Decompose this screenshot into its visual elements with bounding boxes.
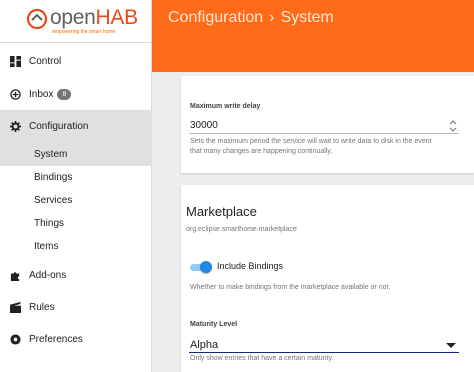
logo-wordmark: openHAB <box>50 6 138 29</box>
maturity-level-label: Maturity Level <box>190 321 238 328</box>
maturity-level-value: Alpha <box>190 339 219 351</box>
sidebar-item-preferences[interactable]: Preferences <box>0 323 152 355</box>
include-bindings-toggle[interactable] <box>190 261 212 273</box>
breadcrumb-separator: › <box>269 9 275 26</box>
sidebar-subitem-system[interactable]: System <box>34 149 67 160</box>
write-delay-hint-line1: Sets the maximum period the service will… <box>190 138 432 145</box>
dropdown-arrow-icon <box>446 343 456 348</box>
sidebar-subitem-services[interactable]: Services <box>34 195 72 206</box>
logo-tagline: empowering the smart home <box>52 29 116 35</box>
sidebar: openHAB empowering the smart home Contro… <box>0 0 152 372</box>
settings-icon <box>9 333 21 345</box>
sidebar-item-label: Control <box>29 55 62 67</box>
sidebar-item-label: Inbox <box>29 88 54 100</box>
page-header: Configuration › System <box>152 0 474 72</box>
section-title: Marketplace <box>186 204 257 219</box>
write-delay-input[interactable] <box>189 118 459 134</box>
sidebar-item-inbox[interactable]: Inbox 8 <box>0 78 152 110</box>
logo-house-icon <box>26 8 48 30</box>
clapperboard-icon <box>9 301 21 313</box>
toggle-thumb <box>200 261 212 273</box>
settings-card-marketplace: Marketplace org.eclipse.smarthome.market… <box>181 185 474 372</box>
sidebar-divider <box>0 42 152 43</box>
write-delay-label: Maximum write delay <box>190 103 261 110</box>
service-package-id: org.eclipse.smarthome.marketplace <box>186 226 297 233</box>
breadcrumb-page: System <box>280 9 334 26</box>
sidebar-subitem-things[interactable]: Things <box>34 218 64 229</box>
settings-card-write-delay: Maximum write delay Sets the maximum per… <box>181 76 474 173</box>
openhab-logo[interactable]: openHAB empowering the smart home <box>26 6 138 35</box>
inbox-count-badge: 8 <box>57 88 72 100</box>
sidebar-item-label: Rules <box>29 301 55 313</box>
write-delay-hint-line2: that many changes are happening continua… <box>190 148 333 155</box>
maturity-level-select[interactable]: Alpha <box>189 337 459 353</box>
breadcrumb-section[interactable]: Configuration <box>168 9 263 26</box>
inbox-icon <box>9 88 21 100</box>
sidebar-item-rules[interactable]: Rules <box>0 291 152 323</box>
sidebar-item-configuration[interactable]: Configuration <box>0 110 152 142</box>
sidebar-item-label: Add-ons <box>29 269 67 281</box>
sidebar-item-addons[interactable]: Add-ons <box>0 259 152 291</box>
sidebar-subitem-items[interactable]: Items <box>34 241 58 252</box>
number-spinner-icon[interactable] <box>449 120 457 132</box>
dashboard-icon <box>9 55 21 67</box>
sidebar-subitem-bindings[interactable]: Bindings <box>34 172 72 183</box>
puzzle-icon <box>9 269 21 281</box>
sidebar-item-label: Configuration <box>29 120 89 132</box>
sidebar-item-control[interactable]: Control <box>0 45 152 77</box>
breadcrumb: Configuration › System <box>168 9 334 27</box>
sidebar-item-label: Preferences <box>29 333 83 345</box>
gear-icon <box>9 120 21 132</box>
include-bindings-hint: Whether to make bindings from the market… <box>190 284 391 291</box>
include-bindings-label: Include Bindings <box>217 261 284 271</box>
maturity-level-hint: Only show entries that have a certain ma… <box>190 355 334 362</box>
